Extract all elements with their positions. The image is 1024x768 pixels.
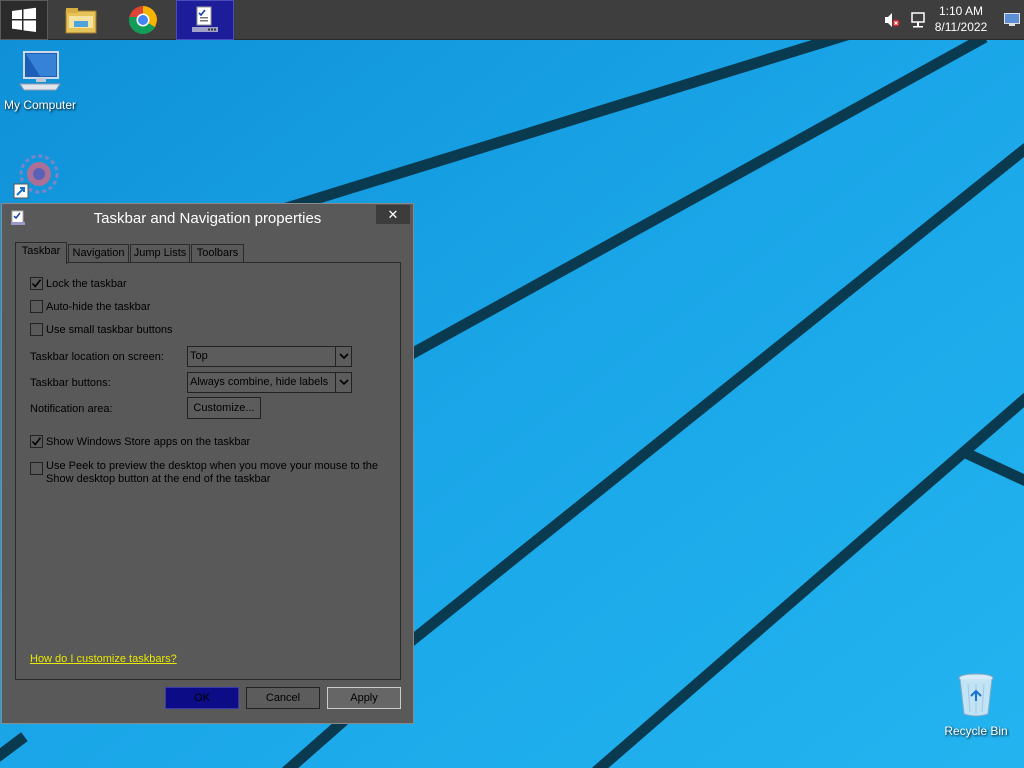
tab-navigation[interactable]: Navigation — [68, 244, 129, 263]
peek-option[interactable]: Use Peek to preview the desktop when you… — [30, 460, 378, 486]
lock-taskbar-checkbox[interactable] — [30, 277, 43, 290]
peek-label-line1: Use Peek to preview the desktop when you… — [46, 460, 379, 472]
tab-toolbars[interactable]: Toolbars — [191, 244, 244, 263]
taskbar-buttons-dropdown[interactable]: Always combine, hide labels — [187, 372, 352, 393]
tab-jump-lists[interactable]: Jump Lists — [130, 244, 190, 263]
taskbar-properties-taskbar-button[interactable] — [176, 0, 234, 40]
peek-checkbox[interactable] — [30, 462, 43, 475]
windows-logo-icon — [12, 7, 36, 33]
store-apps-checkbox[interactable] — [30, 435, 43, 448]
store-apps-label: Show Windows Store apps on the taskbar — [46, 435, 251, 448]
location-dropdown[interactable]: Top — [187, 346, 352, 367]
gear-app-shortcut-desktop-icon[interactable] — [12, 150, 64, 200]
lock-taskbar-option[interactable]: Lock the taskbar — [30, 277, 127, 290]
clock-date: 8/11/2022 — [934, 20, 988, 34]
location-value: Top — [190, 350, 208, 362]
clock-time: 1:10 AM — [938, 4, 984, 18]
peek-label-line2: Show desktop button at the end of the ta… — [46, 473, 271, 485]
checkmark-icon — [31, 279, 42, 288]
recycle-bin-desktop-icon[interactable]: Recycle Bin — [938, 672, 1014, 738]
taskbar-buttons-label: Taskbar buttons: — [30, 377, 111, 389]
computer-icon — [19, 51, 61, 91]
customize-button[interactable]: Customize... — [187, 397, 261, 419]
folder-icon — [65, 8, 97, 34]
gear-shortcut-icon — [13, 154, 59, 199]
dropdown-arrow-icon — [335, 347, 351, 366]
file-explorer-taskbar-button[interactable] — [52, 0, 110, 40]
cancel-button[interactable]: Cancel — [246, 687, 320, 709]
small-buttons-checkbox[interactable] — [30, 323, 43, 336]
tab-taskbar[interactable]: Taskbar — [15, 242, 67, 264]
close-button[interactable]: ✕ — [376, 205, 410, 224]
peek-label: Use Peek to preview the desktop when you… — [46, 460, 378, 486]
properties-icon — [192, 6, 218, 32]
chrome-taskbar-button[interactable] — [114, 0, 172, 40]
start-button[interactable] — [0, 0, 48, 40]
network-icon[interactable] — [909, 11, 927, 29]
auto-hide-option[interactable]: Auto-hide the taskbar — [30, 300, 151, 313]
auto-hide-label: Auto-hide the taskbar — [46, 300, 151, 313]
help-link[interactable]: How do I customize taskbars? — [30, 653, 177, 665]
taskbar-buttons-value: Always combine, hide labels — [190, 376, 329, 388]
show-desktop-icon[interactable] — [1004, 13, 1020, 26]
taskbar-properties-dialog: Taskbar and Navigation properties ✕ Task… — [1, 203, 414, 724]
recycle-bin-label: Recycle Bin — [944, 724, 1008, 738]
dialog-titlebar[interactable]: Taskbar and Navigation properties ✕ — [2, 204, 413, 234]
my-computer-desktop-icon[interactable]: My Computer — [0, 50, 80, 112]
store-apps-option[interactable]: Show Windows Store apps on the taskbar — [30, 435, 250, 448]
auto-hide-checkbox[interactable] — [30, 300, 43, 313]
apply-button[interactable]: Apply — [327, 687, 401, 709]
taskbar: 1:10 AM 8/11/2022 — [0, 0, 1024, 40]
dialog-title: Taskbar and Navigation properties — [93, 210, 322, 227]
taskbar-clock[interactable]: 1:10 AM 8/11/2022 — [926, 3, 996, 35]
recycle-bin-icon — [958, 673, 994, 717]
dropdown-arrow-icon — [335, 373, 351, 392]
chrome-icon — [128, 6, 157, 34]
my-computer-label: My Computer — [3, 98, 77, 112]
checkmark-icon — [31, 437, 42, 446]
lock-taskbar-label: Lock the taskbar — [46, 277, 127, 290]
volume-muted-icon[interactable] — [884, 12, 900, 28]
location-label: Taskbar location on screen: — [30, 351, 164, 363]
notification-area-label: Notification area: — [30, 403, 113, 415]
small-buttons-label: Use small taskbar buttons — [46, 323, 173, 336]
small-buttons-option[interactable]: Use small taskbar buttons — [30, 323, 173, 336]
taskbar-tab-panel: Lock the taskbar Auto-hide the taskbar U… — [15, 262, 401, 680]
ok-button[interactable]: OK — [165, 687, 239, 709]
